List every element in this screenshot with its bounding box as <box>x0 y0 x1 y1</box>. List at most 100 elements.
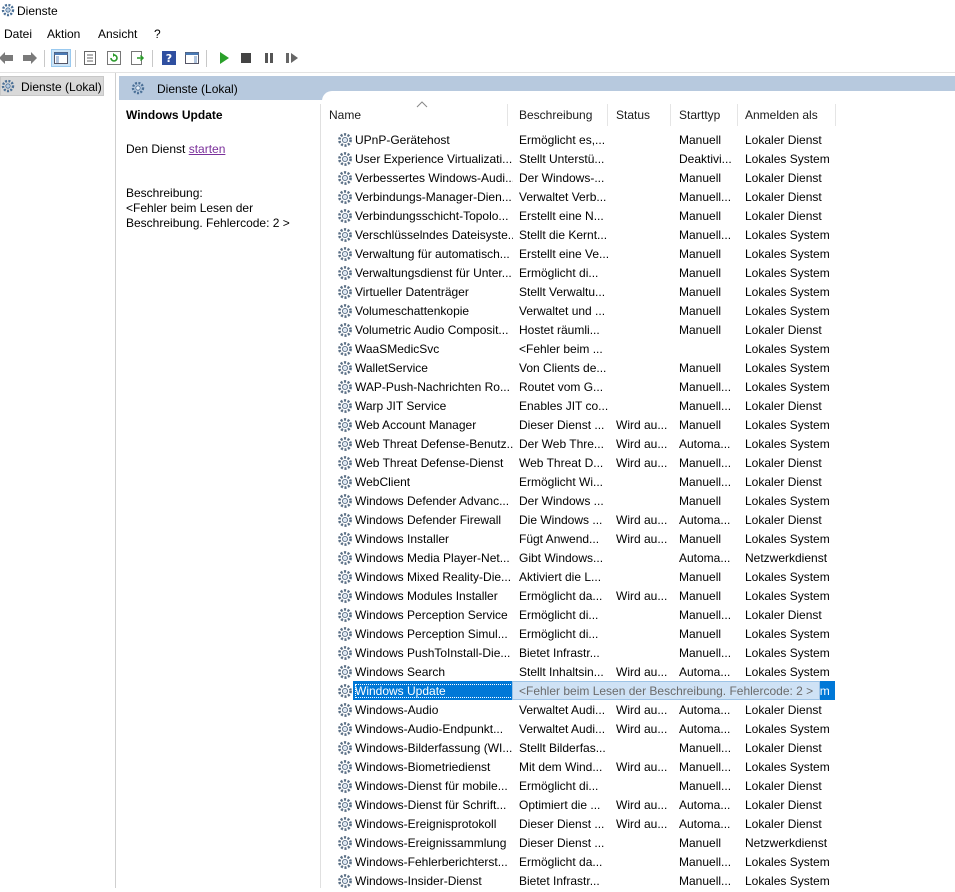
service-name: Windows Defender Advanc... <box>355 494 510 508</box>
service-starttype: Manuell... <box>679 855 732 869</box>
column-header-starttype[interactable]: Starttyp <box>673 104 738 126</box>
service-name: Windows-Fehlerberichterst... <box>355 855 508 869</box>
tree-item-services-local[interactable]: Dienste (Lokal) <box>0 76 104 96</box>
service-logon: Lokales System <box>745 247 830 261</box>
start-service-button[interactable] <box>214 49 234 67</box>
table-row[interactable]: User Experience Virtualizati... Stellt Un… <box>323 149 955 168</box>
stop-service-button[interactable] <box>236 49 256 67</box>
table-row[interactable]: Windows-Audio Verwaltet Audi... Wird au...… <box>323 700 955 719</box>
menu-aktion[interactable]: Aktion <box>47 27 80 41</box>
table-row[interactable]: Windows Media Player-Net... Gibt Windows.… <box>323 548 955 567</box>
table-row[interactable]: Warp JIT Service Enables JIT co... Manuell… <box>323 396 955 415</box>
service-name: UPnP-Gerätehost <box>355 133 450 147</box>
table-row[interactable]: Windows-Bilderfassung (WI... Stellt Bilde… <box>323 738 955 757</box>
restart-service-button[interactable] <box>282 49 302 67</box>
table-row[interactable]: Windows-Dienst für mobile... Ermöglicht d… <box>323 776 955 795</box>
column-header-name[interactable]: Name <box>323 101 508 126</box>
forward-button[interactable] <box>20 49 40 67</box>
menu-help[interactable]: ? <box>154 27 161 41</box>
service-gear-icon <box>337 284 353 300</box>
service-starttype: Manuell... <box>679 228 732 242</box>
table-row[interactable]: UPnP-Gerätehost Ermöglicht es,... Manuell L… <box>323 130 955 149</box>
refresh-icon <box>107 51 121 65</box>
service-name: Windows Update <box>355 684 513 698</box>
menu-datei[interactable]: Datei <box>4 27 32 41</box>
table-row[interactable]: Windows-Fehlerberichterst... Ermöglicht d… <box>323 852 955 871</box>
service-starttype: Manuell <box>679 171 722 185</box>
table-row[interactable]: Windows-Insider-Dienst Bietet Infrastr...… <box>323 871 955 890</box>
service-name: Windows Modules Installer <box>355 589 498 603</box>
service-description: Der Windows-... <box>519 171 605 185</box>
table-row[interactable]: Windows Defender Advanc... Der Windows ..… <box>323 491 955 510</box>
service-description: Ermöglicht di... <box>519 608 599 622</box>
table-row[interactable]: Windows Mixed Reality-Die... Aktiviert di… <box>323 567 955 586</box>
column-header-label: Name <box>329 108 362 122</box>
table-row[interactable]: Windows Perception Simul... Ermöglicht di… <box>323 624 955 643</box>
service-description: Verwaltet Audi... <box>519 722 606 736</box>
description-text: <Fehler beim Lesen der Beschreibung. Feh… <box>126 201 290 230</box>
service-gear-icon <box>337 132 353 148</box>
help-button[interactable]: ? <box>159 49 179 67</box>
service-starttype: Manuell <box>679 494 722 508</box>
service-description: Dieser Dienst ... <box>519 836 605 850</box>
table-row[interactable]: WalletService Von Clients de... Manuell Lok… <box>323 358 955 377</box>
table-row[interactable]: WAP-Push-Nachrichten Ro... Routet vom G..… <box>323 377 955 396</box>
table-row[interactable]: WaaSMedicSvc <Fehler beim ... Lokales Syst… <box>323 339 955 358</box>
stop-icon <box>241 53 251 63</box>
column-header-logon[interactable]: Anmelden als <box>739 104 836 126</box>
table-row[interactable]: Windows-Ereignisprotokoll Dieser Dienst .… <box>323 814 955 833</box>
table-row[interactable]: Web Threat Defense-Benutz... Der Web Thre… <box>323 434 955 453</box>
service-gear-icon <box>337 778 353 794</box>
table-row[interactable]: Windows UpdateLokales System<Fehler beim… <box>323 681 955 700</box>
service-logon: Lokaler Dienst <box>745 779 822 793</box>
table-row[interactable]: Windows-Audio-Endpunkt... Verwaltet Audi.… <box>323 719 955 738</box>
properties-button[interactable] <box>80 49 100 67</box>
table-row[interactable]: Verbessertes Windows-Audi... Der Windows-… <box>323 168 955 187</box>
service-starttype: Manuell <box>679 589 722 603</box>
show-hide-action-pane-button[interactable] <box>182 49 202 67</box>
table-row[interactable]: Windows Defender Firewall Die Windows ...… <box>323 510 955 529</box>
refresh-button[interactable] <box>104 49 124 67</box>
table-row[interactable]: Windows PushToInstall-Die... Bietet Infra… <box>323 643 955 662</box>
description-label: Beschreibung: <box>126 186 203 200</box>
table-row[interactable]: Windows Installer Fügt Anwend... Wird au..… <box>323 529 955 548</box>
pause-service-button[interactable] <box>259 49 279 67</box>
table-row[interactable]: Verwaltung für automatisch... Erstellt ei… <box>323 244 955 263</box>
menu-ansicht[interactable]: Ansicht <box>98 27 137 41</box>
table-row[interactable]: Volumeschattenkopie Verwaltet und ... Manu… <box>323 301 955 320</box>
service-logon: Lokaler Dienst <box>745 741 822 755</box>
table-row[interactable]: Virtueller Datenträger Stellt Verwaltu...… <box>323 282 955 301</box>
table-row[interactable]: Windows Modules Installer Ermöglicht da..… <box>323 586 955 605</box>
column-header-status[interactable]: Status <box>610 104 671 126</box>
table-row[interactable]: Windows Perception Service Ermöglicht di.… <box>323 605 955 624</box>
service-gear-icon <box>337 398 353 414</box>
service-starttype: Automa... <box>679 722 731 736</box>
column-header-description[interactable]: Beschreibung <box>513 104 608 126</box>
service-gear-icon <box>337 436 353 452</box>
service-name: WAP-Push-Nachrichten Ro... <box>355 380 510 394</box>
service-gear-icon <box>337 531 353 547</box>
table-row[interactable]: Web Threat Defense-Dienst Web Threat D...… <box>323 453 955 472</box>
service-name: Verwaltungsdienst für Unter... <box>355 266 512 280</box>
table-row[interactable]: Verbindungs-Manager-Dien... Verwaltet Ver… <box>323 187 955 206</box>
service-starttype: Manuell <box>679 323 722 337</box>
service-starttype: Manuell <box>679 285 722 299</box>
table-row[interactable]: Windows-Biometriedienst Mit dem Wind... Wi… <box>323 757 955 776</box>
service-starttype: Manuell... <box>679 646 732 660</box>
table-row[interactable]: Volumetric Audio Composit... Hostet räuml… <box>323 320 955 339</box>
table-row[interactable]: Verbindungsschicht-Topolo... Erstellt ein… <box>323 206 955 225</box>
start-service-link[interactable]: starten <box>189 142 226 156</box>
table-row[interactable]: Verwaltungsdienst für Unter... Ermöglicht… <box>323 263 955 282</box>
table-row[interactable]: Windows Search Stellt Inhaltsin... Wird au… <box>323 662 955 681</box>
service-starttype: Manuell <box>679 304 722 318</box>
table-row[interactable]: WebClient Ermöglicht Wi... Manuell... Lokal… <box>323 472 955 491</box>
service-logon: Lokaler Dienst <box>745 456 822 470</box>
table-row[interactable]: Verschlüsselndes Dateisyste... Stellt die… <box>323 225 955 244</box>
table-row[interactable]: Web Account Manager Dieser Dienst ... Wird… <box>323 415 955 434</box>
export-list-button[interactable] <box>128 49 148 67</box>
console-tree-button[interactable] <box>51 49 71 67</box>
back-button[interactable] <box>0 49 16 67</box>
table-row[interactable]: Windows-Dienst für Schrift... Optimiert d… <box>323 795 955 814</box>
table-row[interactable]: Windows-Ereignissammlung Dieser Dienst ..… <box>323 833 955 852</box>
service-name: WaaSMedicSvc <box>355 342 440 356</box>
